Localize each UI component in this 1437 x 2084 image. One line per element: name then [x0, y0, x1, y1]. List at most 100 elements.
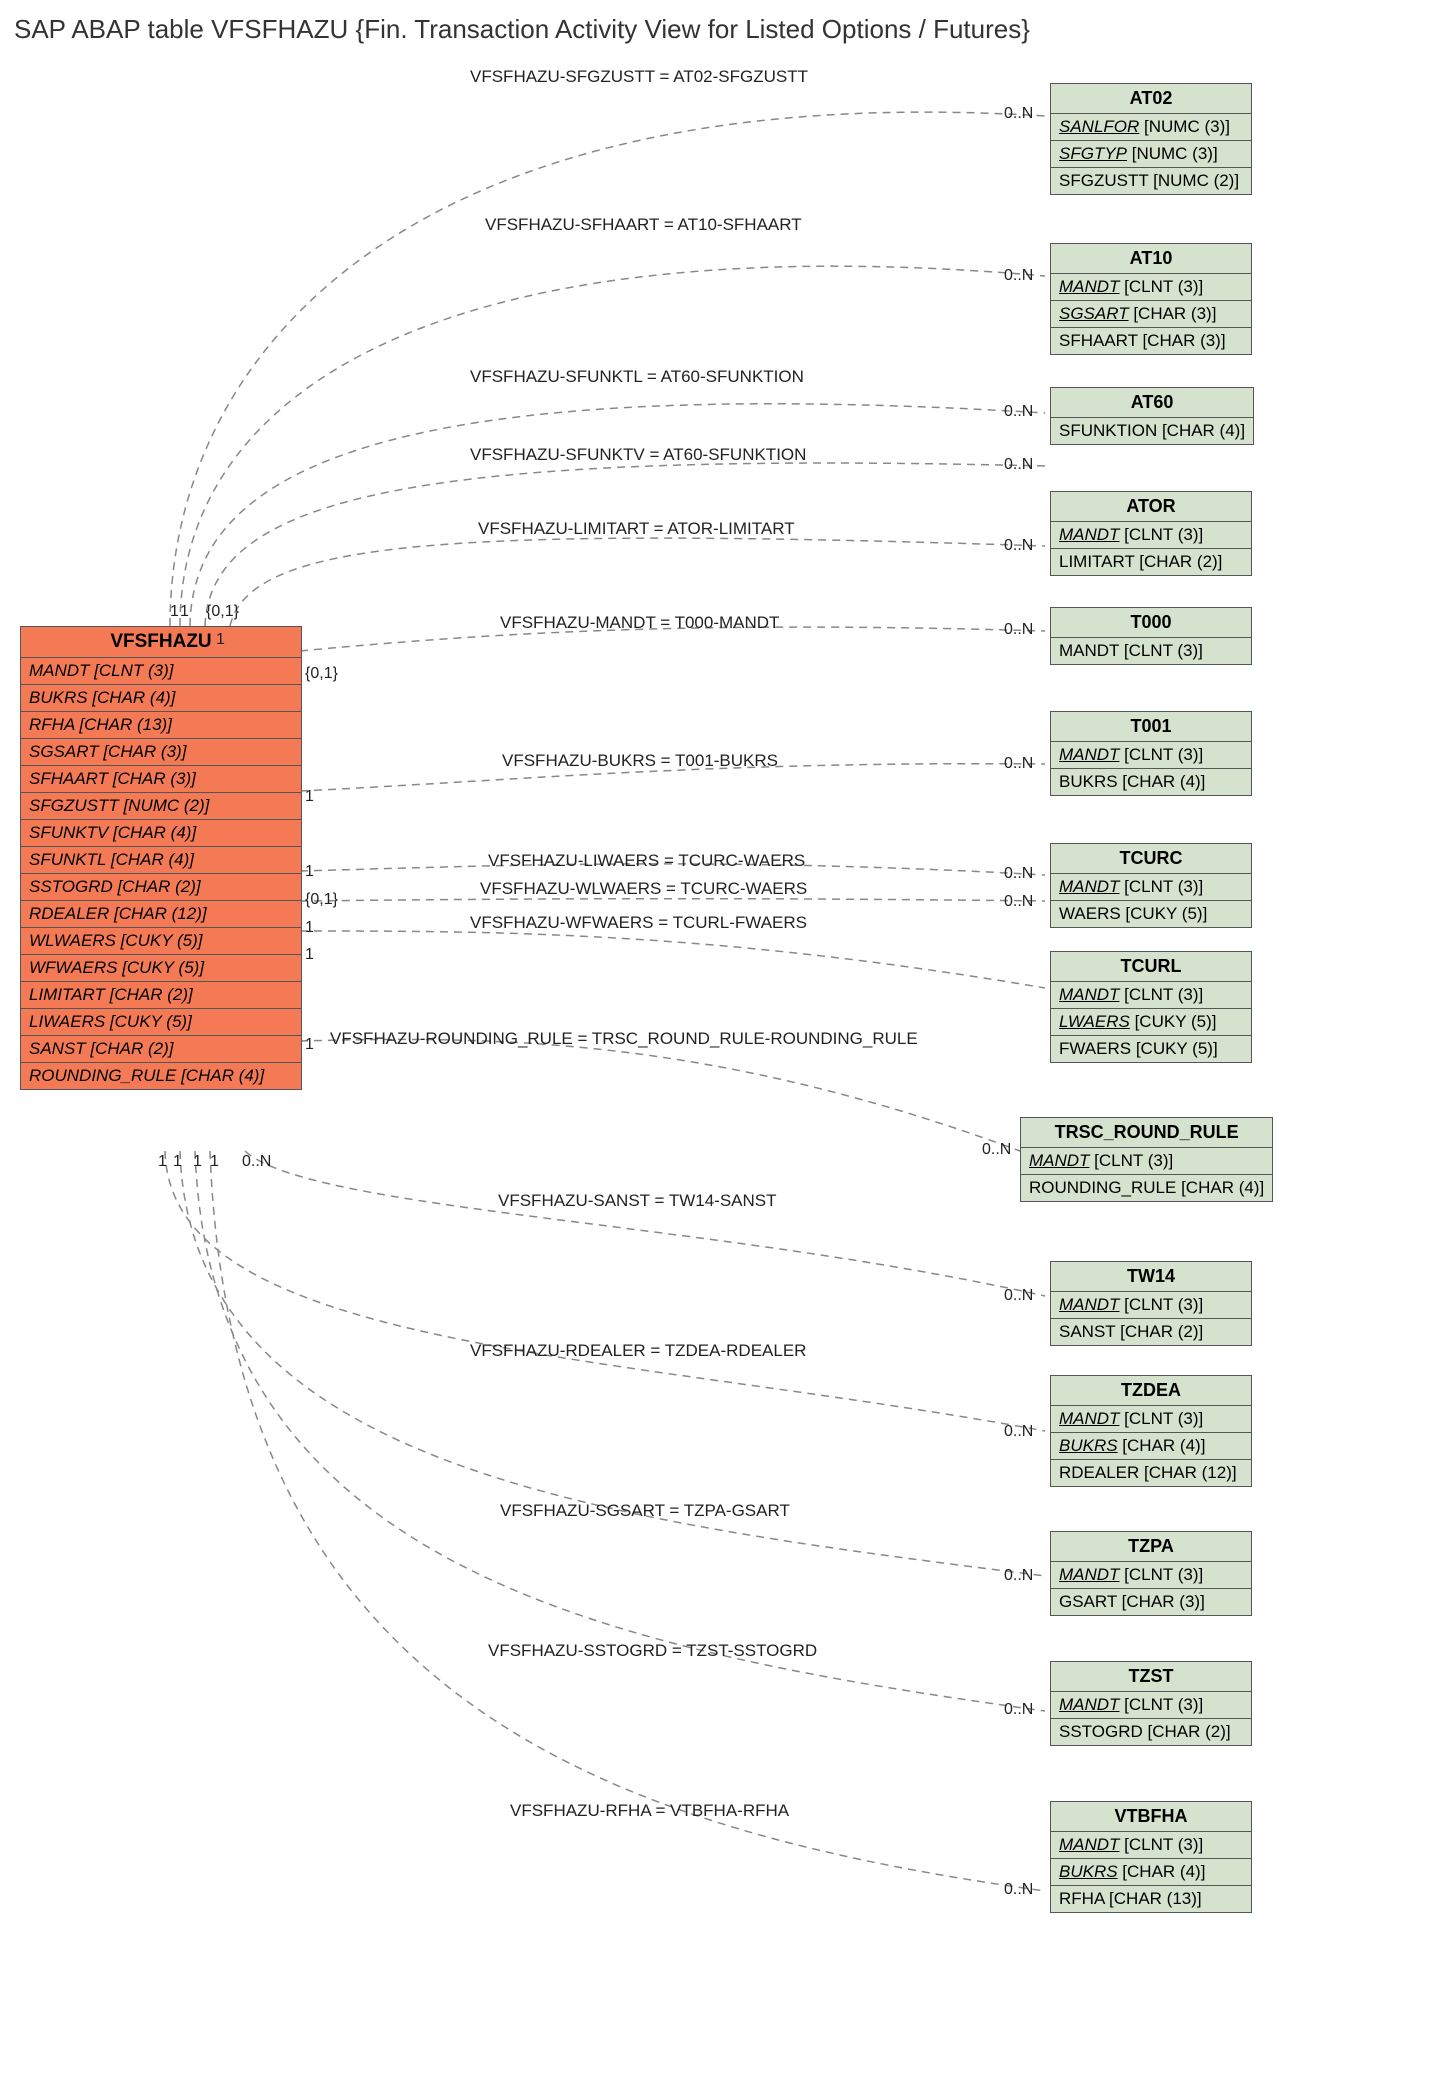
rel-label: VFSFHAZU-SFUNKTV = AT60-SFUNKTION — [470, 445, 806, 465]
entity-name: ATOR — [1051, 492, 1251, 522]
cardinality: 1 — [170, 603, 179, 621]
entity-key-field: SANLFOR [NUMC (3)] — [1051, 114, 1251, 141]
entity-name: VTBFHA — [1051, 1802, 1251, 1832]
cardinality: 0..N — [1004, 865, 1033, 883]
entity-field: GSART [CHAR (3)] — [1051, 1589, 1251, 1615]
entity-name: T001 — [1051, 712, 1251, 742]
rel-label: VFSFHAZU-SSTOGRD = TZST-SSTOGRD — [488, 1641, 817, 1661]
entity-key-field: MANDT [CLNT (3)] — [1021, 1148, 1272, 1175]
entity-field: LIMITART [CHAR (2)] — [21, 982, 301, 1009]
rel-label: VFSFHAZU-MANDT = T000-MANDT — [500, 613, 779, 633]
rel-label: VFSFHAZU-LIMITART = ATOR-LIMITART — [478, 519, 795, 539]
cardinality: 1 — [305, 946, 314, 964]
entity-t000: T000MANDT [CLNT (3)] — [1050, 607, 1252, 665]
rel-label: VFSFHAZU-SANST = TW14-SANST — [498, 1191, 777, 1211]
entity-field: SFHAART [CHAR (3)] — [1051, 328, 1251, 354]
entity-name: TZPA — [1051, 1532, 1251, 1562]
cardinality: 0..N — [982, 1141, 1011, 1159]
entity-name: TZDEA — [1051, 1376, 1251, 1406]
entity-ator: ATORMANDT [CLNT (3)]LIMITART [CHAR (2)] — [1050, 491, 1252, 576]
cardinality: 1 — [193, 1153, 202, 1171]
er-diagram: VFSFHAZU MANDT [CLNT (3)]BUKRS [CHAR (4)… — [10, 51, 1427, 2051]
cardinality: 0..N — [1004, 621, 1033, 639]
entity-field: SSTOGRD [CHAR (2)] — [21, 874, 301, 901]
entity-field: SFGZUSTT [NUMC (2)] — [1051, 168, 1251, 194]
entity-tzdea: TZDEAMANDT [CLNT (3)]BUKRS [CHAR (4)]RDE… — [1050, 1375, 1252, 1487]
cardinality: 0..N — [1004, 403, 1033, 421]
entity-key-field: MANDT [CLNT (3)] — [1051, 1406, 1251, 1433]
entity-field: SFUNKTION [CHAR (4)] — [1051, 418, 1253, 444]
cardinality: 1 — [180, 603, 189, 621]
cardinality: 1 — [173, 1153, 182, 1171]
entity-key-field: MANDT [CLNT (3)] — [1051, 1562, 1251, 1589]
entity-key-field: MANDT [CLNT (3)] — [1051, 274, 1251, 301]
entity-field: LIMITART [CHAR (2)] — [1051, 549, 1251, 575]
cardinality: 1 — [216, 631, 225, 649]
entity-trsc_round_rule: TRSC_ROUND_RULEMANDT [CLNT (3)]ROUNDING_… — [1020, 1117, 1273, 1202]
cardinality: 1 — [158, 1153, 167, 1171]
rel-label: VFSFHAZU-WFWAERS = TCURL-FWAERS — [470, 913, 807, 933]
entity-at60: AT60SFUNKTION [CHAR (4)] — [1050, 387, 1254, 445]
entity-field: ROUNDING_RULE [CHAR (4)] — [21, 1063, 301, 1089]
rel-label: VFSFHAZU-SFUNKTL = AT60-SFUNKTION — [470, 367, 804, 387]
entity-field: FWAERS [CUKY (5)] — [1051, 1036, 1251, 1062]
rel-label: VFSFHAZU-RDEALER = TZDEA-RDEALER — [470, 1341, 806, 1361]
rel-label: VFSFHAZU-SFHAART = AT10-SFHAART — [485, 215, 802, 235]
rel-label: VFSFHAZU-SFGZUSTT = AT02-SFGZUSTT — [470, 67, 808, 87]
entity-field: RFHA [CHAR (13)] — [21, 712, 301, 739]
cardinality: 0..N — [1004, 755, 1033, 773]
entity-t001: T001MANDT [CLNT (3)]BUKRS [CHAR (4)] — [1050, 711, 1252, 796]
cardinality: 1 — [305, 788, 314, 806]
entity-name: TW14 — [1051, 1262, 1251, 1292]
rel-label: VFSFHAZU-WLWAERS = TCURC-WAERS — [480, 879, 807, 899]
entity-tw14: TW14MANDT [CLNT (3)]SANST [CHAR (2)] — [1050, 1261, 1252, 1346]
cardinality: {0,1} — [305, 665, 338, 683]
cardinality: 0..N — [1004, 1567, 1033, 1585]
rel-label: VFSFHAZU-BUKRS = T001-BUKRS — [502, 751, 778, 771]
entity-key-field: MANDT [CLNT (3)] — [1051, 1292, 1251, 1319]
entity-field: WAERS [CUKY (5)] — [1051, 901, 1251, 927]
entity-name: TCURL — [1051, 952, 1251, 982]
entity-name: AT60 — [1051, 388, 1253, 418]
entity-field: SFUNKTV [CHAR (4)] — [21, 820, 301, 847]
cardinality: 0..N — [1004, 1287, 1033, 1305]
entity-key-field: MANDT [CLNT (3)] — [1051, 1692, 1251, 1719]
entity-name: VFSFHAZU — [21, 627, 301, 658]
entity-key-field: MANDT [CLNT (3)] — [1051, 742, 1251, 769]
entity-key-field: SGSART [CHAR (3)] — [1051, 301, 1251, 328]
entity-field: SSTOGRD [CHAR (2)] — [1051, 1719, 1251, 1745]
entity-key-field: SFGTYP [NUMC (3)] — [1051, 141, 1251, 168]
cardinality: 1 — [305, 863, 314, 881]
cardinality: 0..N — [1004, 893, 1033, 911]
entity-field: SFGZUSTT [NUMC (2)] — [21, 793, 301, 820]
entity-key-field: MANDT [CLNT (3)] — [1051, 874, 1251, 901]
entity-name: T000 — [1051, 608, 1251, 638]
entity-name: TZST — [1051, 1662, 1251, 1692]
entity-key-field: MANDT [CLNT (3)] — [1051, 1832, 1251, 1859]
entity-field: MANDT [CLNT (3)] — [21, 658, 301, 685]
entity-field: WLWAERS [CUKY (5)] — [21, 928, 301, 955]
entity-name: AT10 — [1051, 244, 1251, 274]
entity-field: BUKRS [CHAR (4)] — [1051, 769, 1251, 795]
entity-key-field: MANDT [CLNT (3)] — [1051, 522, 1251, 549]
entity-key-field: BUKRS [CHAR (4)] — [1051, 1859, 1251, 1886]
entity-tzpa: TZPAMANDT [CLNT (3)]GSART [CHAR (3)] — [1050, 1531, 1252, 1616]
entity-field: RDEALER [CHAR (12)] — [21, 901, 301, 928]
cardinality: 0..N — [1004, 1881, 1033, 1899]
entity-field: SGSART [CHAR (3)] — [21, 739, 301, 766]
rel-label: VFSFHAZU-LIWAERS = TCURC-WAERS — [488, 851, 805, 871]
entity-tcurl: TCURLMANDT [CLNT (3)]LWAERS [CUKY (5)]FW… — [1050, 951, 1252, 1063]
entity-field: SANST [CHAR (2)] — [1051, 1319, 1251, 1345]
cardinality: 0..N — [1004, 456, 1033, 474]
entity-field: BUKRS [CHAR (4)] — [21, 685, 301, 712]
entity-field: ROUNDING_RULE [CHAR (4)] — [1021, 1175, 1272, 1201]
entity-key-field: MANDT [CLNT (3)] — [1051, 982, 1251, 1009]
entity-field: WFWAERS [CUKY (5)] — [21, 955, 301, 982]
entity-tzst: TZSTMANDT [CLNT (3)]SSTOGRD [CHAR (2)] — [1050, 1661, 1252, 1746]
entity-field: SFHAART [CHAR (3)] — [21, 766, 301, 793]
entity-key-field: BUKRS [CHAR (4)] — [1051, 1433, 1251, 1460]
entity-field: SFUNKTL [CHAR (4)] — [21, 847, 301, 874]
cardinality: 0..N — [1004, 267, 1033, 285]
cardinality: {0,1} — [206, 603, 239, 621]
cardinality: 1 — [305, 919, 314, 937]
